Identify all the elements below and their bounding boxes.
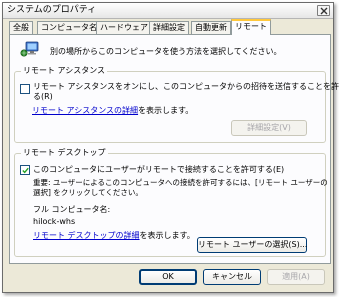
title-bar[interactable]: システムのプロパティ: [3, 3, 333, 19]
remote-desktop-label[interactable]: このコンピュータにユーザーがリモートで接続することを許可する(E): [33, 164, 284, 175]
checkmark-icon: [22, 167, 29, 174]
remote-assistance-title: リモート アシスタンス: [21, 66, 108, 76]
remote-desktop-title: リモート デスクトップ: [21, 148, 108, 158]
remote-assistance-group: リモート アシスタンス リモート アシスタンスをオンにし、このコンピュータからの…: [14, 66, 339, 143]
tab-strip: 全般 コンピュータ名 ハードウェア 詳細設定 自動更新 リモート: [9, 19, 331, 35]
tab-remote[interactable]: リモート: [231, 19, 271, 35]
window-title: システムのプロパティ: [7, 5, 97, 15]
apply-button[interactable]: 適用(A): [267, 269, 325, 285]
close-icon: [320, 7, 328, 15]
tab-advanced[interactable]: 詳細設定: [149, 21, 189, 34]
remote-desktop-details-line: リモート デスクトップの詳細を表示します。: [33, 230, 195, 241]
tab-computer-name[interactable]: コンピュータ名: [37, 21, 101, 34]
remote-desktop-details-link[interactable]: リモート デスクトップの詳細: [33, 231, 140, 240]
tab-general[interactable]: 全般: [9, 21, 33, 34]
remote-desktop-details-suffix: を表示します。: [139, 231, 195, 240]
advanced-settings-button[interactable]: 詳細設定(V): [231, 120, 307, 136]
important-note-line2: 選択] をクリックしてください。: [33, 188, 143, 197]
computer-name-value: hilock-whs: [33, 217, 76, 226]
remote-assistance-checkbox[interactable]: [20, 84, 30, 94]
remote-desktop-group: リモート デスクトップ このコンピュータにユーザーがリモートで接続することを許可…: [14, 148, 328, 257]
tab-hardware[interactable]: ハードウェア: [96, 21, 152, 34]
close-button[interactable]: [317, 5, 330, 16]
system-properties-dialog: システムのプロパティ 全般 コンピュータ名 ハードウェア 詳細設定 自動更新 リ…: [2, 2, 339, 293]
remote-assistance-details-suffix: を表示します。: [138, 106, 194, 115]
remote-tab-panel: 別の場所からこのコンピュータを使う方法を選択してください。 リモート アシスタン…: [9, 34, 339, 264]
remote-computer-icon: [20, 41, 40, 59]
ok-button[interactable]: OK: [139, 269, 197, 285]
intro-text: 別の場所からこのコンピュータを使う方法を選択してください。: [50, 47, 282, 56]
select-remote-users-button[interactable]: リモート ユーザーの選択(S)...: [197, 237, 307, 253]
remote-assistance-details-link[interactable]: リモート アシスタンスの詳細: [32, 106, 138, 115]
remote-assistance-label-line2[interactable]: る(R): [33, 91, 53, 102]
remote-assistance-label-line1[interactable]: リモート アシスタンスをオンにし、このコンピュータからの招待を送信することを許可…: [33, 81, 339, 92]
full-computer-name-label: フル コンピュータ名:: [33, 205, 111, 214]
cancel-button[interactable]: キャンセル: [203, 269, 261, 285]
remote-assistance-details-line: リモート アシスタンスの詳細を表示します。: [32, 105, 193, 116]
important-note-line1: 重要: ユーザーによるこのコンピュータへの接続を許可するには、[リモート ユーザ…: [33, 178, 328, 187]
tab-automatic-updates[interactable]: 自動更新: [191, 21, 231, 34]
remote-desktop-checkbox[interactable]: [20, 165, 30, 175]
